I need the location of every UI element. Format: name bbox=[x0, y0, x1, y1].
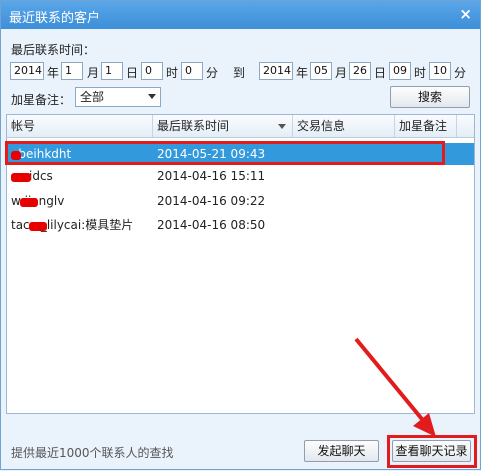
history-button-highlight bbox=[387, 435, 477, 468]
start-chat-button[interactable]: 发起聊天 bbox=[304, 440, 379, 462]
footer-hint: 提供最近1000个联系人的查找 bbox=[11, 446, 174, 460]
recent-contacts-window: 最近联系的客户 × 最后联系时间： 2014 年 1 月 1 日 0 时 0 分… bbox=[0, 0, 481, 470]
annotation-arrow bbox=[354, 337, 436, 437]
